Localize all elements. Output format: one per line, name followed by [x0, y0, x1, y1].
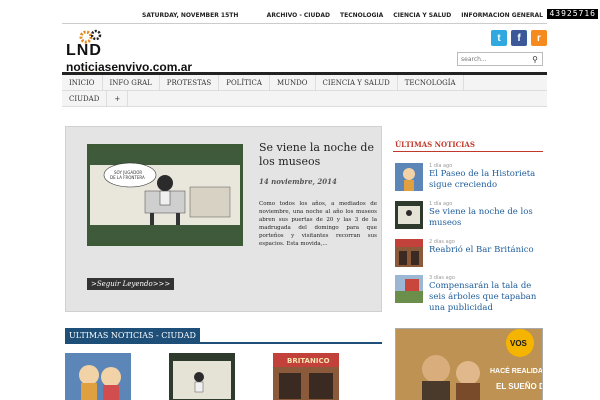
- site-wrapper: SATURDAY, NOVEMBER 15TH ARCHIVO - CIUDAD…: [62, 8, 547, 400]
- featured-date: 14 noviembre, 2014: [259, 177, 337, 186]
- top-link-ciencia[interactable]: CIENCIA Y SALUD: [393, 12, 451, 19]
- thumbnail-bar-art: BRITANICO: [273, 353, 339, 400]
- page: 43925716 SATURDAY, NOVEMBER 15TH ARCHIVO…: [0, 0, 600, 400]
- header-date: SATURDAY, NOVEMBER 15TH: [142, 12, 238, 19]
- visit-counter: 43925716: [547, 9, 598, 19]
- search-box: ⚲: [457, 52, 543, 66]
- featured-article: SOY JUGADOR DE LA FRONTERA Se viene la n…: [65, 126, 382, 312]
- news-title[interactable]: El Paseo de la Historieta sigue creciend…: [429, 169, 541, 191]
- nav-item-ciencia-salud[interactable]: CIENCIA Y SALUD: [316, 75, 398, 90]
- main-nav: INICIO INFO GRAL PROTESTAS POLÍTICA MUND…: [62, 72, 547, 107]
- social-links: t f r: [491, 30, 547, 46]
- advertisement-banner[interactable]: VOS HACÉ REALIDAD EL SUEÑO DE: [395, 328, 543, 400]
- date-day: SATURDAY: [142, 12, 177, 19]
- featured-title[interactable]: Se viene la noche de los museos: [259, 141, 377, 169]
- site-logo[interactable]: LND noticiasenvivo.com.ar noticiasenvivo…: [66, 26, 216, 82]
- date-rest: , NOVEMBER 15TH: [176, 12, 239, 19]
- section-title: ULTIMAS NOTICIAS - CIUDAD: [65, 328, 200, 344]
- top-link-tecnologia[interactable]: TECNOLOGIA: [340, 12, 383, 19]
- featured-image[interactable]: SOY JUGADOR DE LA FRONTERA: [87, 144, 243, 246]
- nav-item-mundo[interactable]: MUNDO: [270, 75, 316, 90]
- news-item[interactable]: 1 día ago El Paseo de la Historieta sigu…: [395, 163, 543, 193]
- search-input[interactable]: [458, 55, 530, 63]
- news-item[interactable]: 2 días ago Reabrió el Bar Británico: [395, 239, 543, 269]
- section-thumbnails: BRITANICO: [65, 353, 382, 400]
- logo-letters: LND: [66, 42, 102, 59]
- thumbnail-museos-art: [169, 353, 235, 400]
- ad-text-1: HACÉ REALIDAD: [490, 366, 543, 375]
- nav-item-info-gral[interactable]: INFO GRAL: [103, 75, 160, 90]
- bar-sign-text: BRITANICO: [287, 357, 330, 365]
- news-item[interactable]: 3 días ago Compensarán la tala de seis á…: [395, 275, 543, 315]
- nav-item-protestas[interactable]: PROTESTAS: [160, 75, 220, 90]
- search-icon[interactable]: ⚲: [530, 54, 540, 64]
- news-thumbnail: [395, 239, 423, 267]
- nav-row-2: CIUDAD +: [62, 91, 547, 107]
- nav-item-politica[interactable]: POLÍTICA: [219, 75, 270, 90]
- twitter-icon[interactable]: t: [491, 30, 507, 46]
- news-thumbnail: [395, 163, 423, 191]
- nav-item-more[interactable]: +: [107, 91, 129, 106]
- top-link-info[interactable]: INFORMACION GENERAL: [461, 12, 543, 19]
- sidebar-title: ÚLTIMAS NOTICIAS: [395, 140, 475, 149]
- news-title[interactable]: Se viene la noche de los museos: [429, 207, 541, 229]
- news-title[interactable]: Reabrió el Bar Británico: [429, 245, 541, 256]
- news-title[interactable]: Compensarán la tala de seis árboles que …: [429, 281, 541, 314]
- featured-image-art: SOY JUGADOR DE LA FRONTERA: [90, 147, 240, 243]
- nav-item-tecnologia[interactable]: TECNOLOGÍA: [398, 75, 464, 90]
- rss-icon[interactable]: r: [531, 30, 547, 46]
- thumbnail-historieta[interactable]: [65, 353, 131, 400]
- featured-excerpt: Como todos los años, a mediados de novie…: [259, 201, 377, 247]
- nav-row-1: INICIO INFO GRAL PROTESTAS POLÍTICA MUND…: [62, 75, 547, 91]
- news-item[interactable]: 1 día ago Se viene la noche de los museo…: [395, 201, 543, 231]
- top-bar: SATURDAY, NOVEMBER 15TH ARCHIVO - CIUDAD…: [62, 8, 547, 24]
- svg-text:DE LA FRONTERA: DE LA FRONTERA: [110, 175, 145, 180]
- latest-news-sidebar: ÚLTIMAS NOTICIAS 1 día ago El Paseo de l…: [393, 136, 543, 316]
- top-links: ARCHIVO - CIUDAD TECNOLOGIA CIENCIA Y SA…: [267, 12, 543, 19]
- ad-brand: VOS: [510, 339, 528, 348]
- thumbnail-museos[interactable]: [169, 353, 235, 400]
- thumbnail-historieta-art: [65, 353, 131, 400]
- news-thumbnail: [395, 275, 423, 303]
- ad-text-2: EL SUEÑO DE: [496, 382, 543, 391]
- section-header: ULTIMAS NOTICIAS - CIUDAD: [65, 328, 382, 344]
- nav-item-ciudad[interactable]: CIUDAD: [62, 91, 108, 106]
- news-thumbnail: [395, 201, 423, 229]
- facebook-icon[interactable]: f: [511, 30, 527, 46]
- top-link-archivo[interactable]: ARCHIVO - CIUDAD: [267, 12, 330, 19]
- ad-art: VOS HACÉ REALIDAD EL SUEÑO DE: [396, 329, 543, 400]
- nav-item-inicio[interactable]: INICIO: [62, 75, 103, 90]
- read-more-button[interactable]: >Seguir Leyendo>>>: [87, 278, 175, 290]
- sidebar-header: ÚLTIMAS NOTICIAS: [393, 136, 543, 152]
- thumbnail-bar-britanico[interactable]: BRITANICO: [273, 353, 339, 400]
